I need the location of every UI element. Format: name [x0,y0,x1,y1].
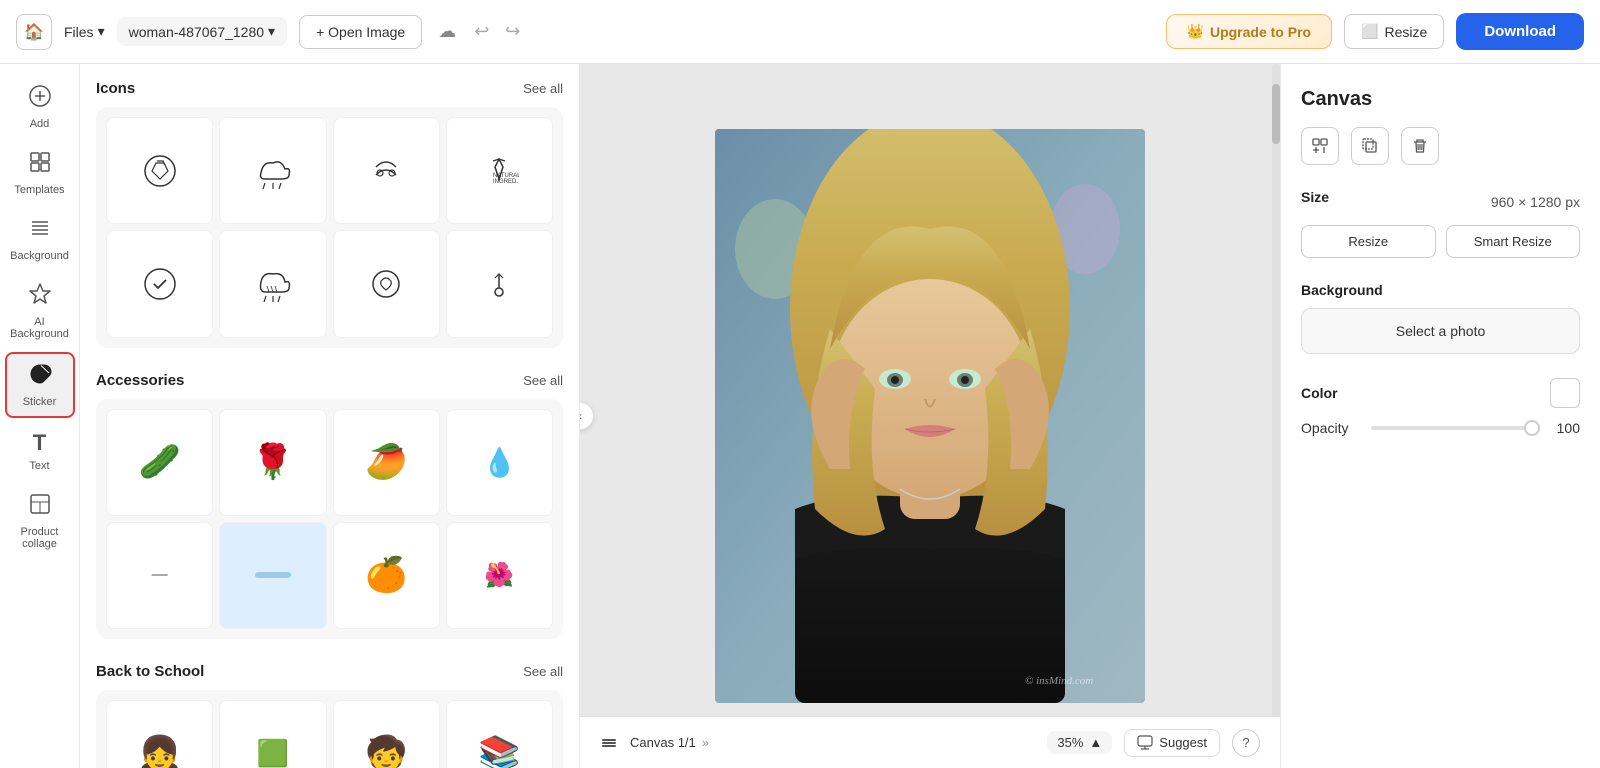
color-section: Color Opacity 100 [1301,378,1580,436]
list-item[interactable]: NATURALINGRED. [446,117,553,224]
accessories-see-all[interactable]: See all [523,373,563,388]
canvas-actions [1301,127,1580,165]
resize-header-button[interactable]: ⬜ Resize [1344,14,1444,49]
size-label: Size [1301,189,1329,205]
list-item[interactable]: 🧒 [333,700,440,768]
sidebar-item-text[interactable]: T Text [5,422,75,480]
canvas-bottom-bar: Canvas 1/1 » 35% ▲ Suggest ? [580,716,1280,768]
list-item[interactable]: 🌹 [219,409,326,516]
opacity-row: Opacity 100 [1301,420,1580,436]
cloud-icon[interactable]: ☁ [438,21,456,42]
list-item[interactable] [219,522,326,629]
list-item[interactable] [106,230,213,337]
size-value: 960 × 1280 px [1491,194,1580,210]
color-row: Color [1301,378,1580,408]
sidebar-item-templates[interactable]: Templates [5,142,75,204]
upgrade-button[interactable]: 👑 Upgrade to Pro [1166,14,1333,49]
accessories-title: Accessories [96,372,184,389]
sticker-panel: Icons See all NATURALINGRED. [80,64,580,768]
layers-button[interactable] [600,734,618,752]
list-item[interactable]: 🥒 [106,409,213,516]
add-icon [28,84,52,114]
icons-title: Icons [96,80,135,97]
canvas-label[interactable]: Canvas 1/1 » [630,735,709,750]
opacity-value: 100 [1550,420,1580,436]
list-item[interactable]: 🟩 [219,700,326,768]
back-to-school-title: Back to School [96,663,204,680]
product-collage-icon [28,492,52,522]
list-item[interactable] [333,117,440,224]
files-menu[interactable]: Files ▾ [64,23,105,40]
undo-button[interactable]: ↩ [474,21,489,42]
list-item[interactable]: 🍊 [333,522,440,629]
collapse-panel-button[interactable]: ‹ [580,402,594,430]
select-photo-button[interactable]: Select a photo [1301,308,1580,354]
text-icon: T [33,430,46,456]
delete-action-button[interactable] [1401,127,1439,165]
crown-icon: 👑 [1187,23,1204,40]
svg-text:INGRED.: INGRED. [493,179,518,185]
color-label: Color [1301,385,1550,401]
zoom-control[interactable]: 35% ▲ [1047,731,1112,754]
list-item[interactable]: — [106,522,213,629]
list-item[interactable]: 📚 [446,700,553,768]
list-item[interactable] [446,230,553,337]
size-section: Size 960 × 1280 px Resize Smart Resize [1301,189,1580,258]
sidebar-item-background[interactable]: Background [5,208,75,270]
accessories-grid: 🥒 🌹 🥭 💧 — 🍊 🌺 [96,399,563,640]
opacity-slider[interactable] [1371,426,1540,430]
accessories-section: Accessories See all 🥒 🌹 🥭 💧 — 🍊 🌺 [96,372,563,640]
list-item[interactable] [106,117,213,224]
main-area: Add Templates Background AI Background S… [0,64,1600,768]
filename-selector[interactable]: woman-487067_1280 ▾ [117,17,287,46]
list-item[interactable] [219,117,326,224]
icons-see-all[interactable]: See all [523,81,563,96]
background-icon [28,216,52,246]
canvas-area: ‹ [580,64,1280,768]
right-panel: Canvas Size 960 × 1280 px Resize Smart R… [1280,64,1600,768]
back-to-school-section: Back to School See all 👧 🟩 🧒 📚 👦 📝 🎒 🖊️ [96,663,563,768]
background-label: Background [1301,282,1580,298]
list-item[interactable]: 🌺 [446,522,553,629]
resize-icon: ⬜ [1361,23,1378,40]
suggest-button[interactable]: Suggest [1124,729,1220,757]
back-to-school-see-all[interactable]: See all [523,664,563,679]
list-item[interactable] [219,230,326,337]
resize-actions: Resize Smart Resize [1301,225,1580,258]
right-panel-title: Canvas [1301,88,1580,111]
opacity-label: Opacity [1301,420,1361,436]
resize-button[interactable]: Resize [1301,225,1436,258]
sticker-icon [28,362,52,392]
list-item[interactable] [333,230,440,337]
sidebar-item-product-collage[interactable]: Product collage [5,484,75,558]
duplicate-action-button[interactable] [1351,127,1389,165]
home-button[interactable]: 🏠 [16,14,52,50]
templates-icon [28,150,52,180]
help-button[interactable]: ? [1232,729,1260,757]
sidebar-item-add[interactable]: Add [5,76,75,138]
smart-resize-button[interactable]: Smart Resize [1446,225,1581,258]
canvas-image[interactable]: © insMind.com [715,129,1145,703]
canvas-wrapper: © insMind.com [715,129,1145,703]
icons-section: Icons See all NATURALINGRED. [96,80,563,348]
format-action-button[interactable] [1301,127,1339,165]
topbar: 🏠 Files ▾ woman-487067_1280 ▾ + Open Ima… [0,0,1600,64]
background-section: Background Select a photo [1301,282,1580,354]
redo-button[interactable]: ↪ [505,21,520,42]
list-item[interactable]: 💧 [446,409,553,516]
open-image-button[interactable]: + Open Image [299,15,422,49]
list-item[interactable]: 🥭 [333,409,440,516]
color-swatch[interactable] [1550,378,1580,408]
icons-grid: NATURALINGRED. [96,107,563,348]
download-button[interactable]: Download [1456,13,1584,50]
opacity-slider-thumb[interactable] [1524,420,1540,436]
sidebar-item-ai-background[interactable]: AI Background [5,274,75,348]
sidebar-item-sticker[interactable]: Sticker [5,352,75,418]
ai-background-icon [28,282,52,312]
back-to-school-grid: 👧 🟩 🧒 📚 👦 📝 🎒 🖊️ [96,690,563,768]
left-sidebar: Add Templates Background AI Background S… [0,64,80,768]
list-item[interactable]: 👧 [106,700,213,768]
svg-text:© insMind.com: © insMind.com [1025,675,1093,687]
